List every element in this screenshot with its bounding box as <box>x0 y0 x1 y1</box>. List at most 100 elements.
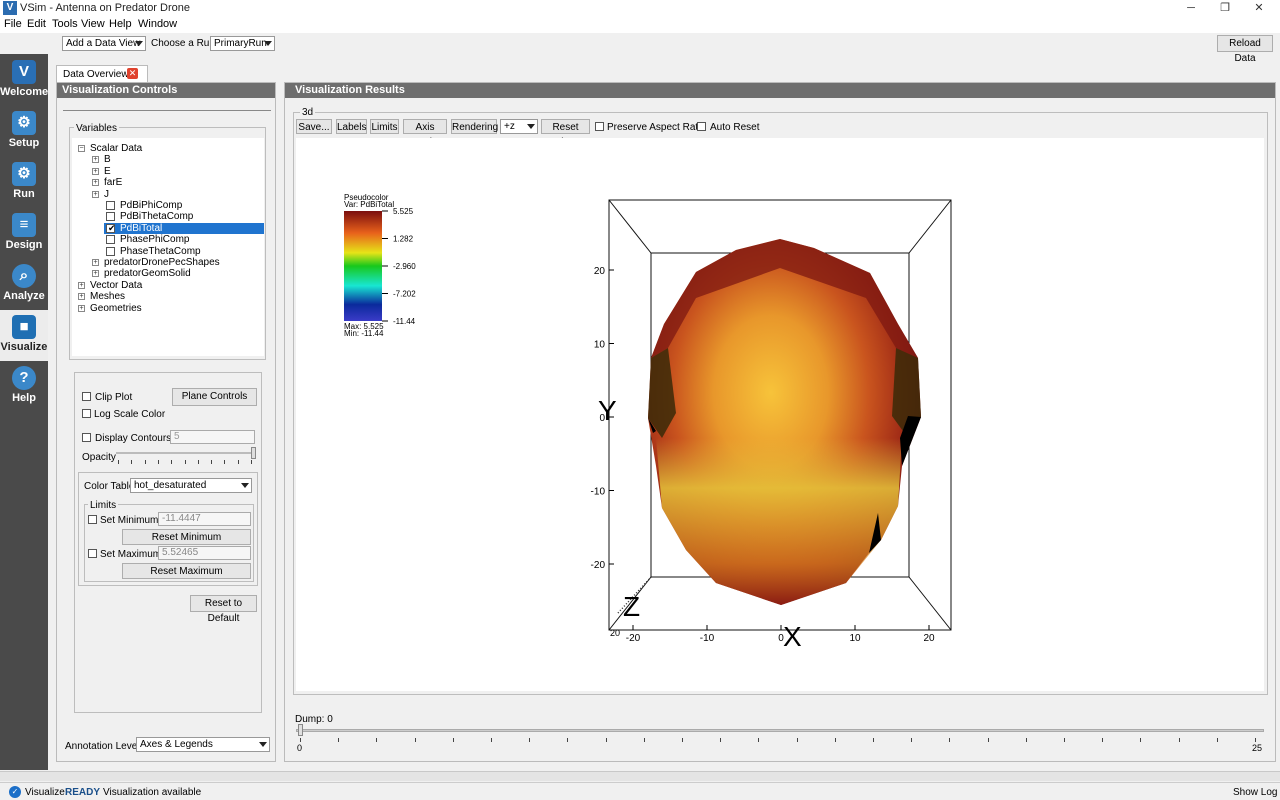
tree-item[interactable]: PhaseThetaComp <box>120 246 201 257</box>
sidebar-item-visualize[interactable]: ■ Visualize <box>0 310 48 361</box>
tree-item[interactable]: PhasePhiComp <box>120 234 189 245</box>
menu-view[interactable]: View <box>81 18 105 30</box>
set-maximum-label: Set Maximum <box>100 549 162 560</box>
close-button[interactable]: ✕ <box>1244 1 1274 16</box>
set-maximum-checkbox[interactable] <box>88 549 97 558</box>
dump-slider-handle[interactable] <box>298 724 303 736</box>
3d-group-label: 3d <box>300 107 316 118</box>
sidebar-item-run[interactable]: ⚙ Run <box>0 157 48 208</box>
expand-icon[interactable]: + <box>92 270 99 278</box>
tree-item[interactable]: predatorDronePecShapes <box>104 257 220 268</box>
dump-slider[interactable] <box>296 729 1264 732</box>
log-scale-checkbox[interactable] <box>82 409 91 418</box>
maximum-input[interactable]: 5.52465 <box>158 546 251 560</box>
axis-scale-button[interactable]: Axis Scale <box>403 119 447 148</box>
expand-icon[interactable]: + <box>78 281 85 289</box>
magnifier-icon: ⌕ <box>12 264 36 288</box>
slider-tick <box>911 738 913 742</box>
contours-spinbox[interactable]: 5 <box>170 430 255 444</box>
variable-checkbox[interactable] <box>106 212 115 222</box>
variable-checkbox[interactable] <box>106 201 115 210</box>
show-log-button[interactable]: Show Log <box>1233 787 1277 798</box>
save-button[interactable]: Save... <box>296 119 332 134</box>
legend-tick-label: -7.202 <box>393 290 416 299</box>
sidebar-item-label: Help <box>12 392 36 404</box>
menu-file[interactable]: File <box>4 18 22 30</box>
annotation-level-combo[interactable]: Axes & Legends <box>136 737 270 752</box>
tree-item[interactable]: Vector Data <box>90 280 142 291</box>
labels-button[interactable]: Labels <box>336 119 367 134</box>
expand-icon[interactable]: + <box>92 156 99 164</box>
plane-controls-button[interactable]: Plane Controls <box>172 388 257 406</box>
gear-icon: ⚙ <box>12 111 36 135</box>
color-table-combo[interactable]: hot_desaturated <box>130 478 252 493</box>
opacity-slider[interactable] <box>116 452 254 454</box>
slider-tick <box>131 460 133 464</box>
chevron-down-icon <box>135 41 143 46</box>
minimum-input[interactable]: -11.4447 <box>158 512 251 526</box>
tree-item[interactable]: Meshes <box>90 291 125 302</box>
sidebar-item-design[interactable]: ≡ Design <box>0 208 48 259</box>
tree-item[interactable]: farE <box>104 177 122 188</box>
auto-reset-checkbox[interactable] <box>697 122 706 131</box>
tree-item[interactable]: PdBiPhiComp <box>120 200 182 211</box>
set-minimum-checkbox[interactable] <box>88 515 97 524</box>
reload-data-button[interactable]: Reload Data <box>1217 35 1273 64</box>
menu-window[interactable]: Window <box>138 18 177 30</box>
preserve-aspect-checkbox[interactable] <box>595 122 604 131</box>
render-view[interactable]: Pseudocolor Var: PdBiTotal 5.525 1.282 -2.… <box>296 138 1264 691</box>
close-tab-icon[interactable]: ✕ <box>127 68 138 79</box>
expand-icon[interactable]: + <box>92 167 99 175</box>
reset-minimum-button[interactable]: Reset Minimum <box>122 529 251 545</box>
variable-checkbox[interactable] <box>106 246 115 256</box>
legend-tick-label: -2.960 <box>393 262 416 271</box>
limits-button[interactable]: Limits <box>370 119 399 134</box>
minimize-button[interactable]: ─ <box>1176 1 1206 16</box>
tree-item[interactable]: PdBiTotal <box>120 223 162 234</box>
status-message: Visualization available <box>103 787 202 798</box>
tree-item[interactable]: PdBiThetaComp <box>120 211 193 222</box>
display-contours-checkbox[interactable] <box>82 433 91 442</box>
clip-plot-checkbox[interactable] <box>82 392 91 401</box>
variable-checkbox[interactable]: ✔ <box>106 223 116 233</box>
expand-icon[interactable]: + <box>92 259 99 266</box>
opacity-slider-handle[interactable] <box>251 447 256 459</box>
legend-tick-label: 5.525 <box>393 207 414 216</box>
sidebar-item-help[interactable]: ? Help <box>0 361 48 412</box>
expand-icon[interactable]: + <box>78 293 85 301</box>
run-combo[interactable]: PrimaryRun <box>210 36 275 51</box>
clip-plot-label: Clip Plot <box>95 392 133 403</box>
title-bar: V VSim - Antenna on Predator Drone ─ ❐ ✕ <box>0 0 1280 17</box>
tab-data-overview2[interactable]: Data Overview2 ✕ <box>56 65 148 82</box>
limits-label: Limits <box>88 500 119 511</box>
sidebar-item-welcome[interactable]: V Welcome <box>0 55 48 106</box>
expand-icon[interactable]: + <box>92 190 99 198</box>
view-direction-combo[interactable]: +z <box>500 119 538 134</box>
reset-view-button[interactable]: Reset View <box>541 119 590 148</box>
tree-item[interactable]: Geometries <box>90 303 142 314</box>
sidebar-item-analyze[interactable]: ⌕ Analyze <box>0 259 48 310</box>
menu-help[interactable]: Help <box>109 18 132 30</box>
tree-item[interactable]: Scalar Data <box>90 143 142 154</box>
rendering-button[interactable]: Rendering <box>451 119 498 134</box>
divider <box>63 110 271 111</box>
collapse-icon[interactable]: − <box>78 145 85 152</box>
annotation-level-value: Axes & Legends <box>140 739 213 750</box>
menu-edit[interactable]: Edit <box>27 18 46 30</box>
question-icon: ? <box>12 366 36 390</box>
tree-item[interactable]: B <box>104 154 111 165</box>
variable-checkbox[interactable] <box>106 235 115 245</box>
menu-tools[interactable]: Tools <box>52 18 78 30</box>
expand-icon[interactable]: + <box>78 304 85 312</box>
sidebar-item-setup[interactable]: ⚙ Setup <box>0 106 48 157</box>
slider-tick <box>1255 738 1256 742</box>
tree-item[interactable]: predatorGeomSolid <box>104 268 191 279</box>
restore-button[interactable]: ❐ <box>1210 1 1240 16</box>
add-data-view-combo[interactable]: Add a Data View <box>62 36 146 51</box>
tree-item[interactable]: J <box>104 189 109 200</box>
reset-maximum-button[interactable]: Reset Maximum <box>122 563 251 579</box>
chevron-down-icon <box>264 41 272 46</box>
reset-to-default-button[interactable]: Reset to Default <box>190 595 257 624</box>
expand-icon[interactable]: + <box>92 179 99 187</box>
tree-item[interactable]: E <box>104 166 111 177</box>
